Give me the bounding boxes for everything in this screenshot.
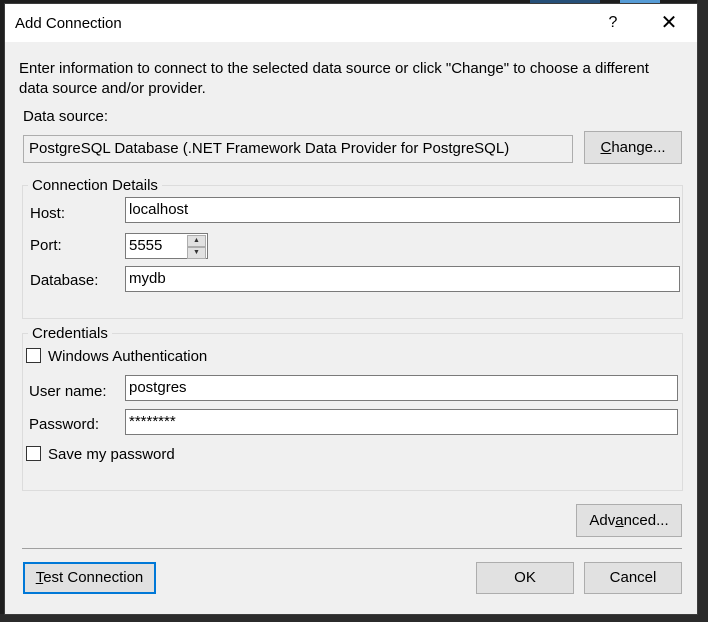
- dialog-titlebar: Add Connection ? ✕: [5, 4, 697, 42]
- help-icon[interactable]: ?: [603, 12, 623, 34]
- host-input[interactable]: localhost: [125, 197, 680, 223]
- advanced-label-accel: a: [615, 512, 624, 529]
- background-editor-edge: [697, 0, 708, 622]
- cancel-button[interactable]: Cancel: [584, 562, 682, 594]
- windows-auth-label[interactable]: Windows Authentication: [48, 348, 207, 365]
- dialog-title: Add Connection: [15, 15, 122, 32]
- username-input[interactable]: postgres: [125, 375, 678, 401]
- data-source-field: PostgreSQL Database (.NET Framework Data…: [23, 135, 573, 163]
- change-label-accel: C: [600, 139, 612, 156]
- advanced-label-pre: Adv: [589, 512, 616, 529]
- advanced-label-post: nced...: [623, 512, 669, 529]
- advanced-button[interactable]: Advanced...: [576, 504, 682, 537]
- port-label: Port:: [30, 237, 62, 254]
- port-down-icon[interactable]: ▼: [187, 247, 206, 259]
- credentials-title: Credentials: [28, 325, 112, 342]
- host-label: Host:: [30, 205, 66, 222]
- background-editor-bottom: [0, 614, 708, 622]
- database-label: Database:: [30, 272, 99, 289]
- add-connection-dialog: Add Connection ? ✕ Enter information to …: [5, 4, 697, 614]
- button-separator: [22, 548, 682, 549]
- username-label: User name:: [29, 383, 107, 400]
- change-button[interactable]: Change...: [584, 131, 682, 164]
- database-input[interactable]: mydb: [125, 266, 680, 292]
- close-icon[interactable]: ✕: [657, 11, 681, 35]
- save-password-label[interactable]: Save my password: [48, 446, 175, 463]
- windows-auth-checkbox[interactable]: [26, 348, 41, 363]
- test-connection-button[interactable]: Test Connection: [23, 562, 156, 594]
- password-label: Password:: [29, 416, 100, 433]
- password-input[interactable]: ********: [125, 409, 678, 435]
- test-label-post: est Connection: [43, 569, 144, 586]
- change-label-post: hange...: [611, 139, 666, 156]
- save-password-checkbox[interactable]: [26, 446, 41, 461]
- port-up-icon[interactable]: ▲: [187, 235, 206, 247]
- intro-text: Enter information to connect to the sele…: [19, 60, 649, 97]
- data-source-label: Data source:: [23, 108, 109, 125]
- connection-details-title: Connection Details: [28, 177, 162, 194]
- ok-button[interactable]: OK: [476, 562, 574, 594]
